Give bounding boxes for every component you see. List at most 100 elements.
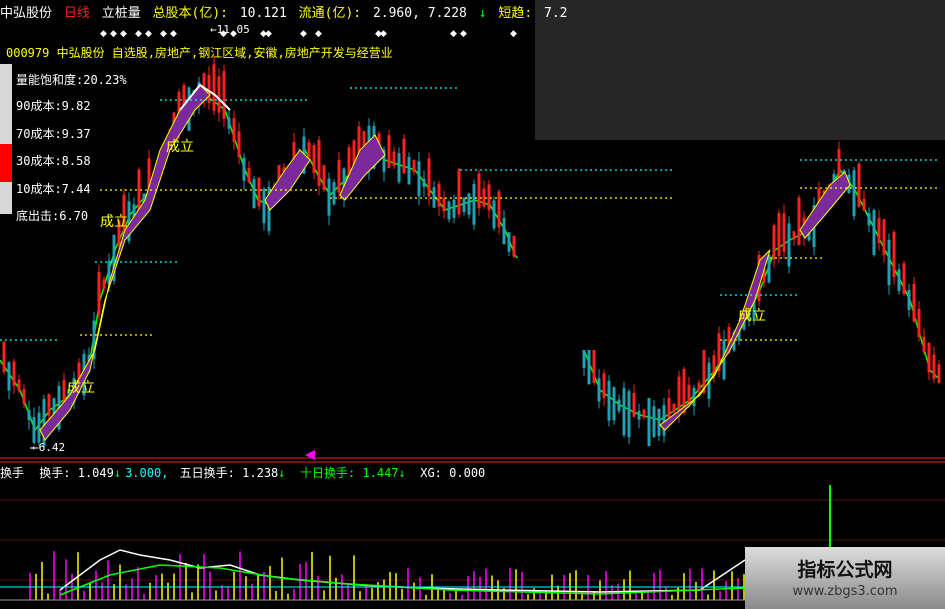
turnover-value-2: 3.000, [125, 466, 169, 480]
candle-body [607, 380, 611, 421]
candle-body [242, 157, 246, 181]
watermark-url: www.zbgs3.com [792, 584, 898, 599]
event-marker-11: ◆ [300, 29, 307, 39]
candle-body [237, 131, 241, 158]
candle-body [932, 354, 936, 379]
stock-info-line: 000979 中弘股份 自选股,房地产,钢江区域,安徽,房地产开发与经营业 [6, 46, 393, 60]
candle-body [232, 118, 236, 142]
candle-body [432, 187, 436, 208]
down-arrow-icon: ↓ [398, 466, 406, 480]
event-marker-15: ◆ [450, 29, 457, 39]
cost-90-text: 90成本:9.82 [16, 99, 91, 113]
candle-body [97, 272, 101, 315]
candle-body [907, 290, 911, 310]
event-marker-5: ◆ [160, 29, 167, 39]
candle-body [597, 378, 601, 402]
established-label-4: 成立 [738, 308, 766, 324]
short-term-label: 短趋: [498, 6, 533, 21]
candle-body [402, 138, 406, 174]
header-bar: 中弘股份 日线 立桩量 总股本(亿): 10.121 流通(亿): 2.960,… [0, 0, 568, 28]
candle-body [17, 379, 21, 391]
candle-body [437, 183, 441, 207]
xg-label: XG: [420, 466, 442, 480]
candle-body [322, 165, 326, 190]
indicator-name[interactable]: 立桩量 [102, 6, 141, 21]
candle-body [507, 232, 511, 252]
established-label-1: 成立 [166, 139, 194, 155]
candle-body [652, 406, 656, 437]
candle-body [472, 184, 476, 225]
down-arrow-icon: ↓ [478, 6, 487, 21]
candle-body [227, 117, 231, 129]
event-marker-16: ◆ [460, 29, 467, 39]
site-watermark: 指标公式网 www.zbgs3.com [745, 547, 945, 609]
candle-body [587, 348, 591, 385]
candle-body [877, 218, 881, 243]
candle-body [662, 405, 666, 436]
candle-body [102, 279, 106, 289]
xg-value: 0.000 [449, 466, 486, 480]
candle-body [617, 399, 621, 412]
candle-body [327, 178, 331, 216]
candle-body [697, 382, 701, 391]
low-price-label: ←6.42 [32, 441, 66, 454]
indicator-label[interactable]: 换手 [0, 466, 24, 480]
period-label[interactable]: 日线 [64, 6, 90, 21]
candle-body [212, 64, 216, 111]
kline-chart[interactable]: ◆ ◆ ◆ ◆ ◆ ◆ ◆ ◆ ◆ ◆◆ ◆ ◆ ◆◆ ◆ ◆ ◆ [0, 0, 945, 609]
candle-body [47, 394, 51, 416]
cost-bar-top [0, 64, 12, 144]
purple-ribbon-1 [264, 149, 311, 211]
turnover-label: 换手: [39, 466, 71, 480]
event-marker-2: ◆ [120, 29, 127, 39]
candle-body [452, 199, 456, 218]
candle-body [857, 163, 861, 207]
event-marker-6: ◆ [170, 29, 177, 39]
five-day-label: 五日换手: [179, 466, 235, 480]
event-marker-4: ◆ [145, 29, 152, 39]
candle-body [772, 225, 776, 260]
candle-body [637, 411, 641, 420]
event-marker-17: ◆ [510, 29, 517, 39]
candle-body [622, 388, 626, 436]
candle-body [477, 173, 481, 209]
candle-body [22, 389, 26, 404]
candle-body [137, 169, 141, 213]
candle-body [407, 157, 411, 185]
established-label-3: 成立 [67, 380, 95, 396]
candle-body [337, 159, 341, 193]
event-marker-1: ◆ [110, 29, 117, 39]
event-marker-3: ◆ [135, 29, 142, 39]
candle-body [392, 151, 396, 166]
candle-body [502, 217, 506, 245]
candle-body [27, 409, 31, 421]
candle-body [422, 178, 426, 187]
candle-body [627, 391, 631, 438]
candle-body [7, 362, 11, 391]
bottom-attack-text: 底出击:6.70 [16, 209, 89, 223]
candle-body [457, 168, 461, 215]
candle-body [702, 345, 706, 393]
candle-body [512, 235, 516, 257]
five-day-value: 1.238 [242, 466, 279, 480]
candle-body [612, 387, 616, 421]
cost-30-text: 30成本:8.58 [16, 154, 91, 168]
candle-body [387, 135, 391, 168]
candle-body [252, 179, 256, 209]
candle-body [247, 167, 251, 183]
candle-body [917, 308, 921, 338]
purple-ribbon-4 [799, 171, 851, 239]
float-value: 2.960, 7.228 [372, 6, 467, 21]
candle-body [467, 193, 471, 215]
cost-70-text: 70成本:9.37 [16, 127, 91, 141]
candle-body [937, 364, 941, 383]
candle-body [912, 284, 916, 322]
candle-body [892, 231, 896, 278]
candle-body [792, 231, 796, 240]
candle-body [647, 398, 651, 447]
candle-body [312, 145, 316, 173]
saturation-text: 量能饱和度:20.23% [16, 73, 127, 87]
stock-name[interactable]: 中弘股份 [0, 6, 52, 21]
ten-day-label: 十日换手: [299, 466, 356, 480]
bg-panel-right [535, 0, 945, 140]
